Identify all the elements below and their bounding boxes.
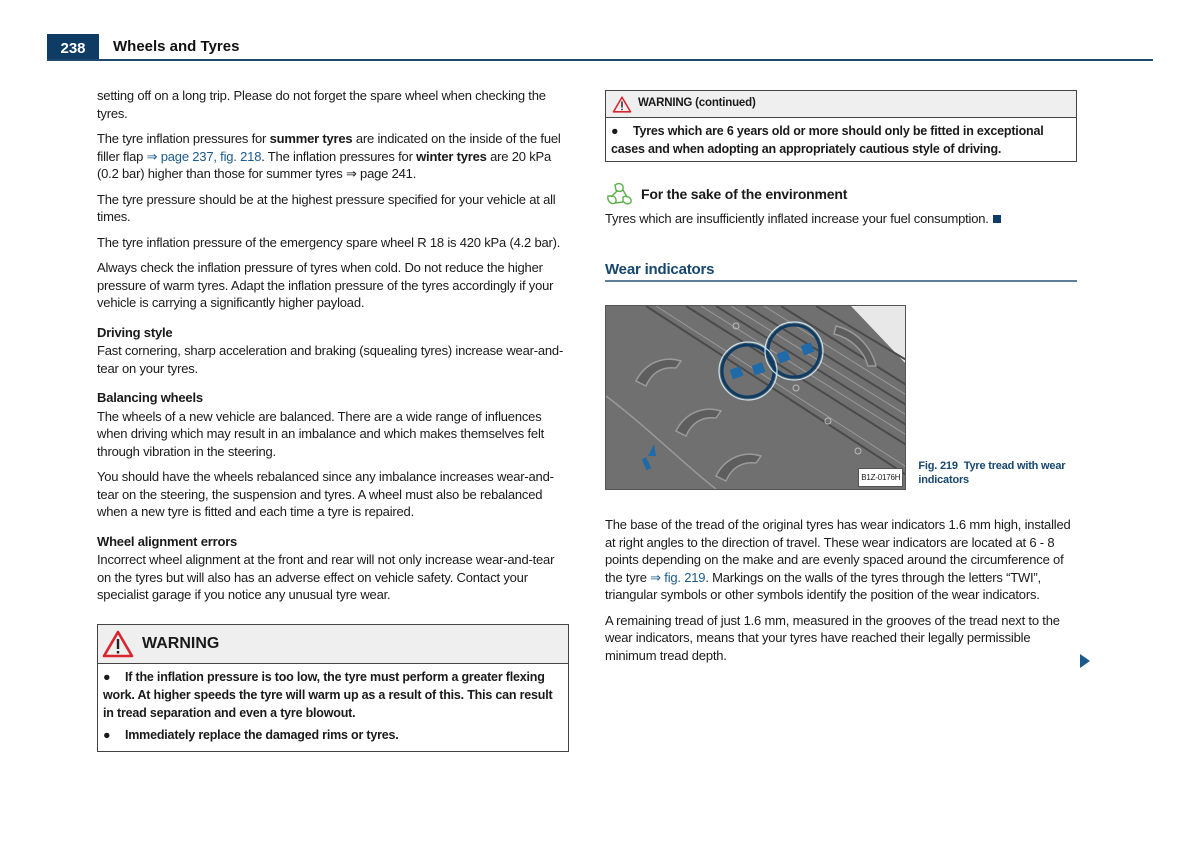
paragraph: The tyre pressure should be at the highe… xyxy=(97,191,556,225)
text: . The inflation pressures for xyxy=(261,148,417,164)
paragraph: Incorrect wheel alignment at the front a… xyxy=(97,552,555,602)
warning-text: Tyres which are 6 years old or more shou… xyxy=(611,124,1044,156)
paragraph: A remaining tread of just 1.6 mm, measur… xyxy=(605,612,1060,663)
tyre-tread-illustration xyxy=(606,306,906,489)
warning-body: ● Tyres which are 6 years old or more sho… xyxy=(606,118,1076,161)
section-heading-balancing: Balancing wheels xyxy=(97,390,203,405)
chapter-title: Wheels and Tyres xyxy=(113,38,240,55)
warning-triangle-icon xyxy=(612,95,632,113)
figure-link[interactable]: ⇒ fig. 219 xyxy=(650,570,705,585)
warning-item: ● If the inflation pressure is too low, t… xyxy=(103,668,563,722)
header-rule xyxy=(47,59,1153,61)
warning-item: ● Immediately replace the damaged rims or… xyxy=(103,726,563,744)
warning-header: WARNING (continued) xyxy=(606,91,1076,118)
warning-continued-box: WARNING (continued) ● Tyres which are 6 y… xyxy=(605,90,1077,162)
page-header: 238 Wheels and Tyres xyxy=(47,34,1153,62)
warning-item: ● Tyres which are 6 years old or more sho… xyxy=(611,122,1071,158)
text: . xyxy=(412,166,417,181)
warning-body: ● If the inflation pressure is too low, t… xyxy=(98,664,568,751)
warning-box: WARNING ● If the inflation pressure is to… xyxy=(97,623,569,752)
environment-header: For the sake of the environment xyxy=(605,182,1077,208)
paragraph: Tyres which are insufficiently inflated … xyxy=(605,210,1077,228)
environment-text: Tyres which are insufficiently inflated … xyxy=(605,211,989,226)
figure-caption: Fig. 219 Tyre tread with wear indicators xyxy=(918,459,1077,490)
paragraph: The wheels of a new vehicle are balanced… xyxy=(97,408,545,459)
bold-term: summer tyres xyxy=(269,131,353,146)
page-number: 238 xyxy=(47,34,99,60)
text: The tyre inflation pressures for xyxy=(97,131,270,146)
paragraph: Fast cornering, sharp acceleration and b… xyxy=(97,343,564,376)
figure-code: B1Z-0176H xyxy=(858,467,904,487)
warning-title: WARNING (continued) xyxy=(638,97,756,110)
warning-text: If the inflation pressure is too low, th… xyxy=(103,669,553,720)
section-heading-driving-style: Driving style xyxy=(97,324,173,340)
section-end-icon xyxy=(992,215,1001,223)
section-heading-alignment: Wheel alignment errors xyxy=(97,533,238,549)
paragraph: setting off on a long trip. Please do no… xyxy=(97,88,546,121)
environment-title: For the sake of the environment xyxy=(641,186,848,203)
tyre-tread-figure: B1Z-0176H xyxy=(605,305,907,490)
continue-arrow-icon xyxy=(1080,654,1090,668)
bold-term: winter tyres xyxy=(416,148,487,164)
paragraph: You should have the wheels rebalanced si… xyxy=(97,469,554,519)
figure-number: Fig. 219 xyxy=(918,460,958,472)
paragraph: The base of the tread of the original ty… xyxy=(605,516,1077,604)
bullet-icon: ● xyxy=(103,669,111,684)
paragraph: Always check the inflation pressure of t… xyxy=(97,260,554,310)
bullet-icon: ● xyxy=(611,124,619,138)
warning-header: WARNING xyxy=(98,624,568,664)
page-link[interactable]: ⇒ page 241 xyxy=(346,166,413,181)
page-link[interactable]: ⇒ page 237, fig. 218 xyxy=(147,149,262,164)
right-column: WARNING (continued) ● Tyres which are 6 y… xyxy=(605,90,1077,672)
left-column: setting off on a long trip. Please do no… xyxy=(97,87,569,752)
paragraph: The tyre inflation pressure of the emerg… xyxy=(97,234,561,250)
paragraph: The tyre inflation pressures for summer … xyxy=(97,130,569,183)
warning-text: Immediately replace the damaged rims or … xyxy=(125,727,399,742)
warning-title: WARNING xyxy=(142,634,220,652)
section-heading-wear-indicators: Wear indicators xyxy=(605,261,1077,282)
figure-row: B1Z-0176H Fig. 219 Tyre tread with wear i… xyxy=(605,305,1077,490)
recycle-leaf-icon xyxy=(607,182,632,205)
warning-triangle-icon xyxy=(102,630,134,657)
bullet-icon: ● xyxy=(103,727,111,742)
